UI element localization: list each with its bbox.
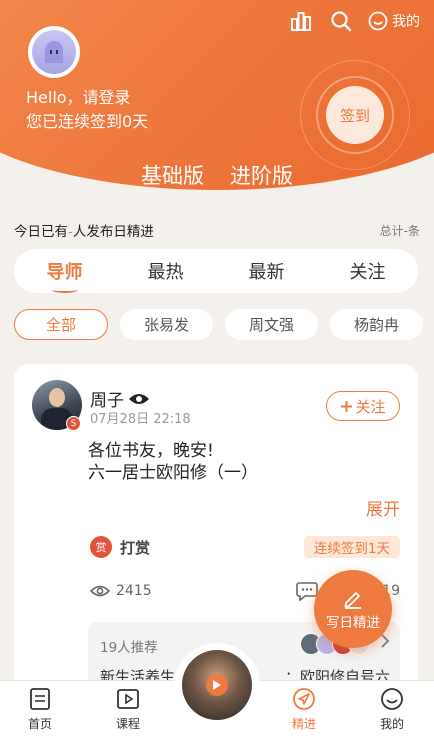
home-book-icon bbox=[30, 688, 50, 710]
avatar-face bbox=[49, 388, 65, 407]
compass-icon bbox=[293, 688, 315, 710]
stats-suffix: 人发布日精进 bbox=[72, 224, 154, 240]
daily-stats-text: 今日已有-人发布日精进 bbox=[14, 220, 154, 240]
nav-home[interactable]: 首页 bbox=[10, 687, 70, 732]
user-avatar[interactable] bbox=[28, 26, 80, 78]
tab-advanced-version[interactable]: 进阶版 bbox=[230, 160, 293, 190]
nav-progress-label: 精进 bbox=[291, 717, 316, 731]
search-icon[interactable] bbox=[328, 8, 354, 34]
tab-latest[interactable]: 最新 bbox=[249, 258, 285, 284]
nav-mine-label: 我的 bbox=[379, 717, 404, 731]
stats-prefix: 今日已有 bbox=[14, 224, 68, 240]
follow-label: 关注 bbox=[355, 397, 386, 416]
view-count-value: 2415 bbox=[116, 583, 152, 599]
nav-courses-label: 课程 bbox=[115, 717, 140, 731]
ranking-icon[interactable] bbox=[288, 8, 314, 34]
nav-home-label: 首页 bbox=[27, 717, 52, 731]
chevron-right-icon bbox=[380, 634, 390, 652]
nav-progress[interactable]: 精进 bbox=[274, 687, 334, 732]
view-count: 2415 bbox=[90, 583, 152, 599]
nav-courses[interactable]: 课程 bbox=[98, 687, 158, 732]
eye-icon bbox=[129, 393, 149, 404]
recommend-count: 19人推荐 bbox=[100, 640, 158, 656]
write-entry-button[interactable]: 写日精进 bbox=[314, 570, 392, 648]
nav-mine[interactable]: 我的 bbox=[362, 687, 422, 732]
tab-hottest[interactable]: 最热 bbox=[148, 258, 184, 284]
eye-outline-icon bbox=[90, 585, 110, 597]
chip-all[interactable]: 全部 bbox=[14, 309, 108, 340]
login-greeting[interactable]: Hello，请登录 bbox=[26, 84, 131, 108]
tab-basic-version[interactable]: 基础版 bbox=[141, 160, 204, 190]
author-level-badge: S bbox=[66, 416, 81, 431]
smile-icon bbox=[368, 11, 388, 31]
write-entry-label: 写日精进 bbox=[326, 615, 380, 631]
mine-label: 我的 bbox=[392, 14, 420, 30]
checkin-streak-text: 您已连续签到0天 bbox=[26, 112, 149, 131]
checkin-button[interactable]: 签到 bbox=[326, 86, 384, 144]
video-play-icon bbox=[117, 689, 139, 709]
play-icon bbox=[206, 674, 228, 696]
follow-button[interactable]: 关注 bbox=[326, 391, 400, 421]
version-tabs: 基础版 进阶版 bbox=[0, 160, 434, 190]
total-count: 总计-条 bbox=[379, 223, 420, 238]
ghost-avatar-icon bbox=[32, 30, 76, 74]
now-playing-button[interactable] bbox=[182, 650, 252, 720]
mine-link[interactable]: 我的 bbox=[368, 11, 420, 31]
post-time: 07月28日 22:18 bbox=[90, 412, 191, 427]
pencil-icon bbox=[344, 592, 361, 609]
plus-icon bbox=[341, 400, 353, 412]
expand-button[interactable]: 展开 bbox=[366, 495, 400, 520]
version-tab-indicator bbox=[160, 190, 176, 198]
active-tab-underline bbox=[51, 287, 78, 293]
author-filter-chips: 全部 张易发 周文强 杨韵冉 bbox=[14, 309, 434, 340]
chip-author[interactable]: 周文强 bbox=[225, 309, 319, 340]
daily-stats-row: 今日已有-人发布日精进 总计-条 bbox=[14, 220, 420, 241]
reward-button[interactable]: 赏 打赏 bbox=[90, 536, 150, 558]
tab-mentor[interactable]: 导师 bbox=[46, 258, 83, 293]
chip-author[interactable]: 张易发 bbox=[120, 309, 214, 340]
top-actions: 我的 bbox=[288, 8, 420, 34]
reward-icon: 赏 bbox=[90, 536, 112, 558]
checkin-streak-tag: 连续签到1天 bbox=[303, 536, 400, 558]
tab-mentor-label: 导师 bbox=[46, 262, 83, 283]
smile-face-icon bbox=[381, 688, 403, 710]
category-tabs: 导师 最热 最新 关注 bbox=[14, 249, 418, 293]
post-text-line: 六一居士欧阳修（一） bbox=[88, 463, 258, 483]
chip-author[interactable]: 杨韵冉 bbox=[330, 309, 424, 340]
tab-following[interactable]: 关注 bbox=[350, 258, 386, 284]
reward-label: 打赏 bbox=[120, 538, 151, 557]
